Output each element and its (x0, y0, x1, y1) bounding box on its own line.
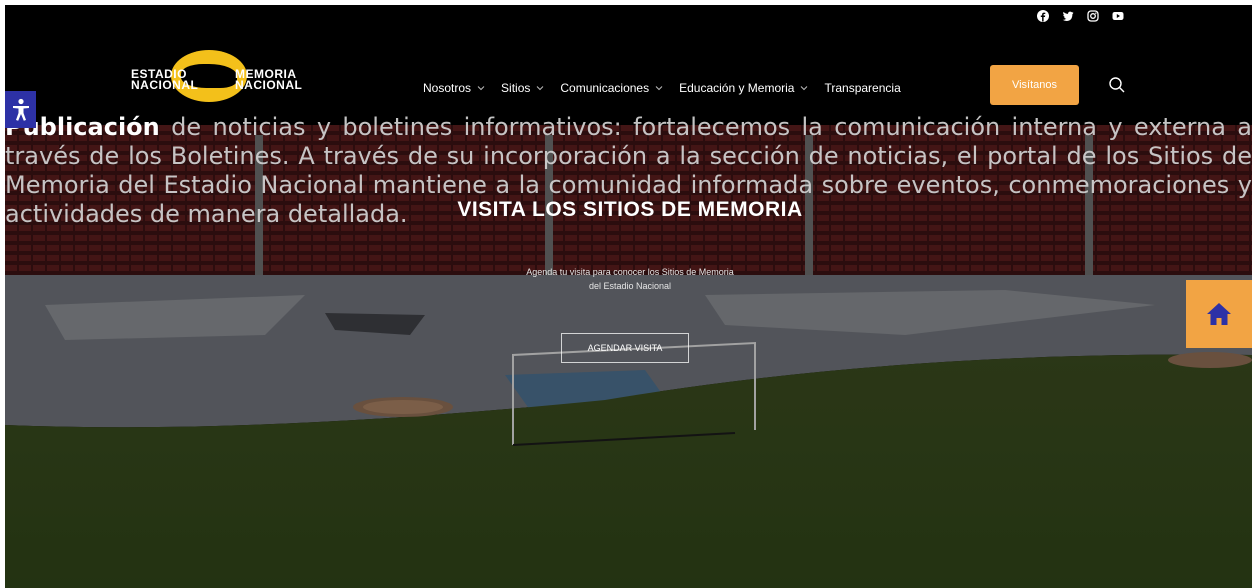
hero-subtitle-line: Agenda tu visita para conocer los Sitios… (526, 267, 734, 277)
search-icon[interactable] (1108, 76, 1126, 94)
browser-viewport: ESTADIO MEMORIA NACIONAL NACIONAL Nosotr… (5, 5, 1252, 588)
site-header: ESTADIO MEMORIA NACIONAL NACIONAL Nosotr… (5, 5, 1252, 125)
chevron-down-icon (477, 86, 485, 91)
logo-text: NACIONAL (131, 78, 199, 92)
nav-item-label: Transparencia (824, 81, 901, 95)
main-navigation: Nosotros Sitios Comunicaciones Educación… (423, 81, 917, 95)
nav-item-nosotros[interactable]: Nosotros (423, 81, 485, 95)
nav-item-educacion-y-memoria[interactable]: Educación y Memoria (679, 81, 808, 95)
hero-subtitle-line: del Estadio Nacional (588, 281, 672, 291)
accessibility-icon (12, 98, 29, 121)
nav-item-label: Sitios (501, 81, 531, 95)
visitanos-button[interactable]: Visítanos (990, 65, 1079, 105)
home-button[interactable] (1186, 280, 1252, 348)
nav-item-label: Nosotros (423, 81, 472, 95)
site-logo[interactable]: ESTADIO MEMORIA NACIONAL NACIONAL (131, 48, 302, 106)
chevron-down-icon (655, 86, 663, 91)
twitter-icon[interactable] (1062, 9, 1074, 21)
nav-item-comunicaciones[interactable]: Comunicaciones (560, 81, 663, 95)
nav-item-label: Comunicaciones (560, 81, 650, 95)
logo-text: NACIONAL (235, 78, 303, 92)
facebook-icon[interactable] (1037, 9, 1049, 22)
nav-item-transparencia[interactable]: Transparencia (824, 81, 900, 95)
news-paragraph-body: de noticias y boletines informativos: fo… (5, 113, 1252, 228)
instagram-icon[interactable] (1087, 9, 1099, 22)
hero-subtitle: Agenda tu visita para conocer los Sitios… (465, 265, 795, 293)
nav-item-label: Educación y Memoria (679, 81, 795, 95)
accessibility-button[interactable] (5, 91, 36, 128)
home-icon (1207, 303, 1231, 325)
nav-item-sitios[interactable]: Sitios (501, 81, 544, 95)
agendar-visita-button[interactable]: AGENDAR VISITA (561, 333, 689, 363)
youtube-icon[interactable] (1112, 9, 1124, 21)
news-paragraph: Publicación de noticias y boletines info… (5, 113, 1252, 229)
social-links (1037, 9, 1124, 22)
chevron-down-icon (801, 86, 808, 91)
chevron-down-icon (537, 86, 544, 91)
